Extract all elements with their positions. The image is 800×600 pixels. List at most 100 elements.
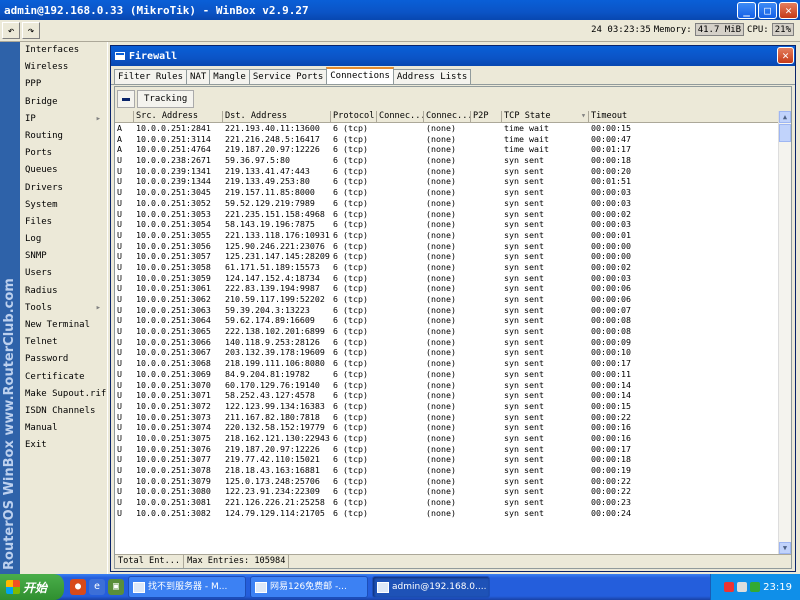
table-row[interactable]: U 10.0.0.251:3077 219.77.42.110:15021 6 (tc… [115,454,791,465]
table-row[interactable]: U 10.0.0.251:3073 211.167.82.180:7818 6 (tc… [115,412,791,423]
table-row[interactable]: U 10.0.0.251:3065 222.138.102.201:6899 6 (t… [115,326,791,337]
menu-item-certificate[interactable]: Certificate [20,369,107,386]
scroll-up-icon[interactable]: ▲ [779,111,791,123]
menu-item-ppp[interactable]: PPP [20,76,107,93]
start-button[interactable]: 开始 [0,574,64,600]
table-row[interactable]: U 10.0.0.251:3053 221.235.151.158:4968 6 (t… [115,209,791,220]
table-row[interactable]: U 10.0.0.251:3080 122.23.91.234:22309 6 (tc… [115,486,791,497]
table-row[interactable]: U 10.0.0.251:3070 60.170.129.76:19140 6 (tc… [115,380,791,391]
table-row[interactable]: U 10.0.0.238:2671 59.36.97.5:80 6 (tcp) (non… [115,155,791,166]
column-header[interactable]: Connec... [424,111,471,122]
menu-item-wireless[interactable]: Wireless [20,59,107,76]
menu-item-ports[interactable]: Ports [20,145,107,162]
table-row[interactable]: U 10.0.0.251:3055 221.133.118.176:10931 6 (… [115,230,791,241]
menu-item-queues[interactable]: Queues [20,162,107,179]
remove-button[interactable] [117,90,135,108]
media-icon[interactable]: ● [70,579,86,595]
taskbar-task[interactable]: 找不到服务器 - M... [128,576,246,598]
menu-item-log[interactable]: Log [20,231,107,248]
table-row[interactable]: A 10.0.0.251:3114 221.216.248.5:16417 6 (tc… [115,134,791,145]
table-row[interactable]: U 10.0.0.251:3066 140.118.9.253:28126 6 (tc… [115,337,791,348]
tab-address-lists[interactable]: Address Lists [392,69,472,84]
taskbar-task[interactable]: admin@192.168.0.... [372,576,490,598]
table-row[interactable]: U 10.0.0.251:3068 218.199.111.106:8080 6 (t… [115,358,791,369]
tray-app-icon[interactable] [724,582,735,592]
table-row[interactable]: U 10.0.0.251:3045 219.157.11.85:8000 6 (tcp… [115,187,791,198]
table-row[interactable]: U 10.0.0.251:3075 218.162.121.130:22943 6 (… [115,433,791,444]
table-row[interactable]: U 10.0.0.239:1341 219.133.41.47:443 6 (tcp)… [115,166,791,177]
menu-item-isdn-channels[interactable]: ISDN Channels [20,403,107,420]
firewall-title-bar[interactable]: Firewall ✕ [111,46,795,66]
tray-security-icon[interactable] [750,582,761,592]
redo-button[interactable]: ↷ [22,22,40,39]
tray-network-icon[interactable] [737,582,748,592]
table-row[interactable]: U 10.0.0.251:3063 59.39.204.3:13223 6 (tcp)… [115,305,791,316]
menu-item-new-terminal[interactable]: New Terminal [20,317,107,334]
undo-button[interactable]: ↶ [2,22,20,39]
column-header[interactable]: Connec... [377,111,424,122]
column-header[interactable]: Dst. Address [223,111,331,122]
minimize-button[interactable]: _ [737,1,756,19]
menu-item-tools[interactable]: Tools ▸ [20,300,107,317]
scroll-down-icon[interactable]: ▼ [779,542,791,554]
table-row[interactable]: U 10.0.0.251:3072 122.123.99.134:16383 6 (t… [115,401,791,412]
table-row[interactable]: U 10.0.0.239:1344 219.133.49.253:80 6 (tcp)… [115,176,791,187]
table-row[interactable]: A 10.0.0.251:2841 221.193.40.11:13600 6 (tc… [115,123,791,134]
menu-item-radius[interactable]: Radius [20,283,107,300]
menu-item-drivers[interactable]: Drivers [20,180,107,197]
menu-item-snmp[interactable]: SNMP [20,248,107,265]
table-row[interactable]: U 10.0.0.251:3056 125.90.246.221:23076 6 (t… [115,241,791,252]
menu-item-users[interactable]: Users [20,265,107,282]
menu-item-password[interactable]: Password [20,351,107,368]
scroll-thumb[interactable] [779,124,791,142]
maximize-button[interactable]: □ [758,1,777,19]
menu-item-interfaces[interactable]: Interfaces [20,42,107,59]
menu-item-ip[interactable]: IP ▸ [20,111,107,128]
tab-service-ports[interactable]: Service Ports [248,69,328,84]
table-row[interactable]: U 10.0.0.251:3052 59.52.129.219:7989 6 (tcp… [115,198,791,209]
menu-item-files[interactable]: Files [20,214,107,231]
taskbar-task[interactable]: 网易126免费邮 -... [250,576,368,598]
column-header[interactable]: Src. Address [134,111,223,122]
table-row[interactable]: U 10.0.0.251:3057 125.231.147.145:28209 6 (… [115,251,791,262]
table-row[interactable]: U 10.0.0.251:3081 221.126.226.21:25258 6 (t… [115,497,791,508]
menu-item-manual[interactable]: Manual [20,420,107,437]
column-header[interactable]: P2P [471,111,502,122]
table-row[interactable]: U 10.0.0.251:3067 203.132.39.178:19609 6 (t… [115,347,791,358]
column-header[interactable]: Protocol [331,111,377,122]
vertical-scrollbar[interactable]: ▲ ▼ [778,111,791,554]
close-button[interactable]: ✕ [779,1,798,19]
table-row[interactable]: U 10.0.0.251:3076 219.187.20.97:12226 6 (tc… [115,444,791,455]
table-row[interactable]: U 10.0.0.251:3082 124.79.129.114:21705 6 (t… [115,508,791,519]
firewall-close-button[interactable]: ✕ [777,47,794,64]
window-title-bar[interactable]: admin@192.168.0.33 (MikroTik) - WinBox v… [0,0,800,20]
tab-filter-rules[interactable]: Filter Rules [114,69,188,84]
menu-item-make-supout-rif[interactable]: Make Supout.rif [20,386,107,403]
table-row[interactable]: U 10.0.0.251:3061 222.83.139.194:9987 6 (tc… [115,283,791,294]
column-header[interactable]: TCP State ▾ [502,111,589,122]
browser-icon[interactable]: e [89,579,105,595]
menu-item-routing[interactable]: Routing [20,128,107,145]
menu-item-telnet[interactable]: Telnet [20,334,107,351]
table-row[interactable]: U 10.0.0.251:3054 58.143.19.196:7875 6 (tcp… [115,219,791,230]
table-row[interactable]: U 10.0.0.251:3069 84.9.204.81:19782 6 (tcp)… [115,369,791,380]
column-header[interactable]: Timeout [589,111,791,122]
table-row[interactable]: U 10.0.0.251:3062 210.59.117.199:52202 6 (t… [115,294,791,305]
menu-item-exit[interactable]: Exit [20,437,107,454]
table-row[interactable]: U 10.0.0.251:3079 125.0.173.248:25706 6 (tc… [115,476,791,487]
table-row[interactable]: A 10.0.0.251:4764 219.187.20.97:12226 6 (tc… [115,144,791,155]
table-row[interactable]: U 10.0.0.251:3078 218.18.43.163:16881 6 (tc… [115,465,791,476]
tab-mangle[interactable]: Mangle [209,69,250,84]
table-row[interactable]: U 10.0.0.251:3059 124.147.152.4:18734 6 (tc… [115,273,791,284]
column-header[interactable] [115,111,134,122]
desktop-icon[interactable]: ▣ [108,579,124,595]
tracking-button[interactable]: Tracking [137,90,195,108]
sort-dropdown-icon[interactable]: ▾ [581,111,586,122]
table-row[interactable]: U 10.0.0.251:3071 58.252.43.127:4578 6 (tcp… [115,390,791,401]
tab-nat[interactable]: NAT [186,69,211,84]
menu-item-bridge[interactable]: Bridge [20,94,107,111]
table-row[interactable]: U 10.0.0.251:3074 220.132.58.152:19779 6 (t… [115,422,791,433]
tab-connections[interactable]: Connections [326,67,394,84]
table-row[interactable]: U 10.0.0.251:3064 59.62.174.89:16609 6 (tcp… [115,315,791,326]
table-row[interactable]: U 10.0.0.251:3058 61.171.51.189:15573 6 (tc… [115,262,791,273]
